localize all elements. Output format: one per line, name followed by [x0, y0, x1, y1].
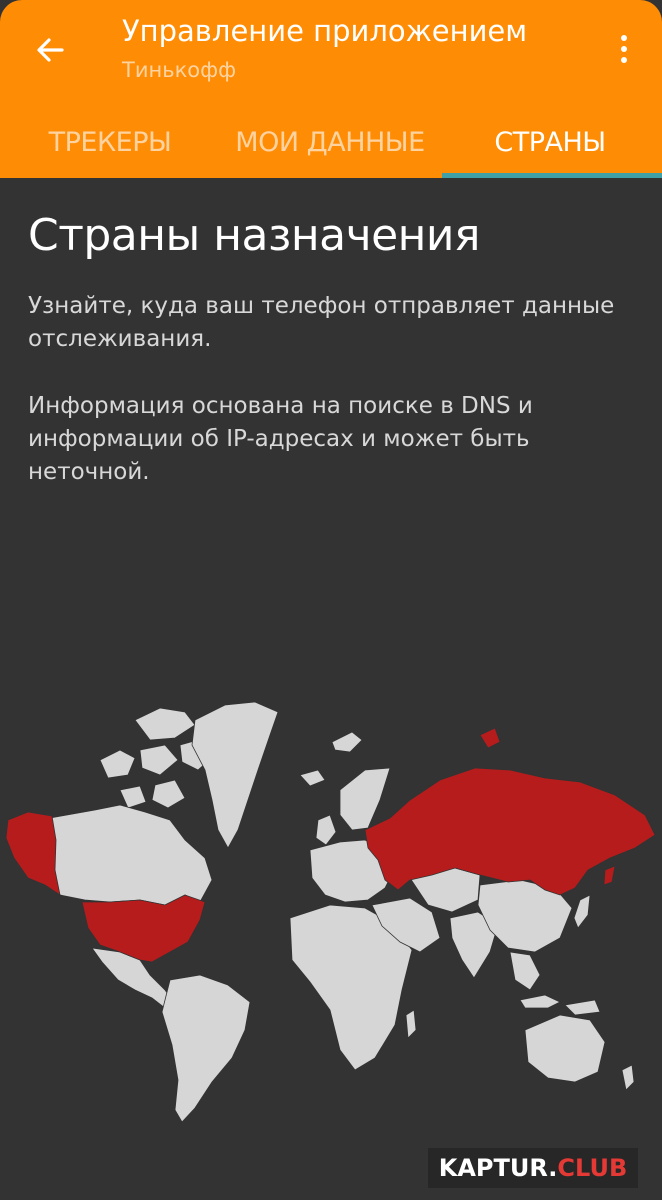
app-bar-title: Управление приложением [122, 14, 528, 48]
world-map[interactable] [0, 690, 662, 1130]
description-paragraph: Узнайте, куда ваш телефон отправляет дан… [28, 293, 615, 352]
tab-indicator [442, 173, 662, 178]
more-menu-button[interactable] [604, 24, 644, 74]
arrow-left-icon [37, 38, 64, 62]
watermark-main: KAPTUR. [438, 1154, 558, 1182]
watermark-accent: CLUB [557, 1154, 628, 1182]
tab-countries[interactable]: СТРАНЫ [460, 112, 640, 172]
app-bar: Управление приложением Тинькофф ТРЕКЕРЫ … [0, 0, 662, 178]
alaska-region [5, 811, 61, 896]
back-button[interactable] [22, 22, 78, 78]
app-bar-subtitle: Тинькофф [122, 58, 237, 82]
tab-trackers[interactable]: ТРЕКЕРЫ [30, 112, 190, 172]
more-vertical-icon [621, 35, 627, 41]
disclaimer-paragraph: Информация основана на поиске в DNS и ин… [28, 393, 533, 485]
page-heading: Страны назначения [28, 210, 481, 261]
world-map-svg [5, 701, 656, 1123]
tab-my-data[interactable]: МОИ ДАННЫЕ [230, 112, 430, 172]
watermark: KAPTUR. CLUB [428, 1148, 638, 1188]
